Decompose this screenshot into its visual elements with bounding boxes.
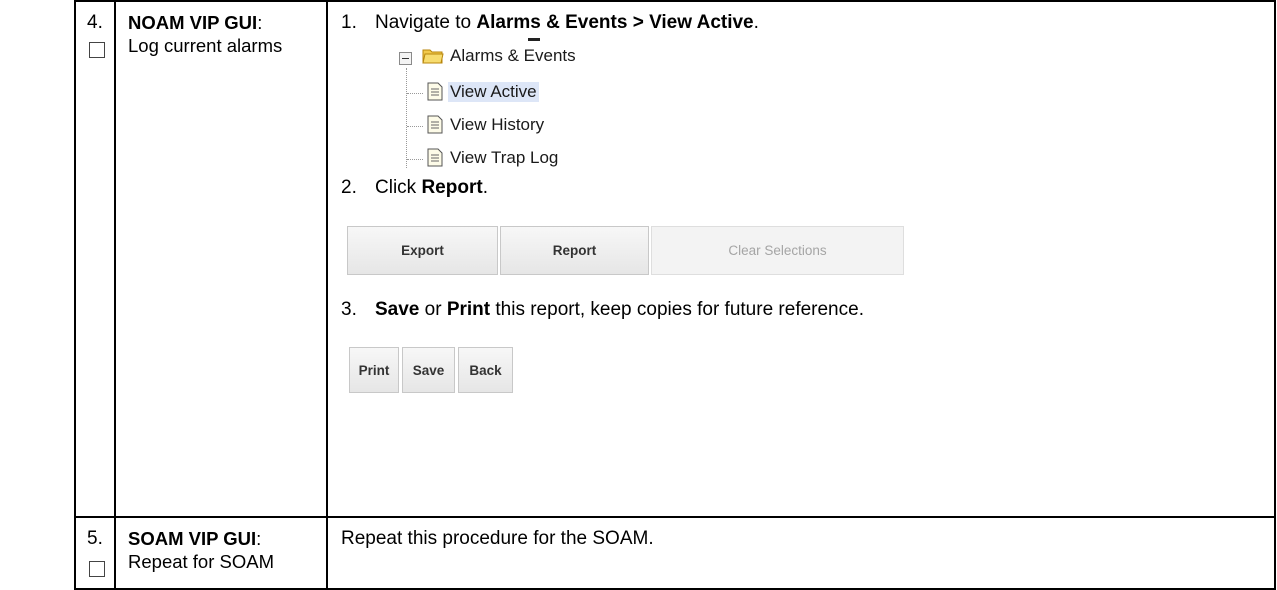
- instruction-text: or: [419, 299, 447, 320]
- document-icon: [427, 115, 443, 134]
- instruction-bold: Report: [421, 177, 483, 198]
- document-icon: [427, 82, 443, 101]
- step-cell: 5.: [74, 516, 116, 590]
- instruction-bold: Print: [446, 299, 491, 320]
- instruction-text: .: [482, 177, 488, 198]
- back-button[interactable]: Back: [458, 347, 513, 393]
- menu-tree: Alarms & Events View Active View History: [366, 38, 666, 168]
- step-body-cell: 1. Navigate to Alarms & Events > View Act…: [326, 0, 1276, 518]
- tree-item-view-trap-log[interactable]: View Trap Log: [450, 148, 558, 168]
- tree-item-view-active[interactable]: View Active: [448, 82, 539, 102]
- step-number: 5.: [87, 528, 103, 549]
- tree-connector: [407, 159, 423, 160]
- clear-selections-button[interactable]: Clear Selections: [651, 226, 904, 275]
- instruction-bold: Alarms & Events > View Active: [476, 12, 754, 33]
- step-title-text: Log current alarms: [128, 35, 283, 56]
- instruction-3: 3. Save or Print this report, keep copies…: [341, 299, 864, 321]
- instruction-text: this report, keep copies for future refe…: [490, 299, 864, 320]
- document-icon: [427, 148, 443, 167]
- step-body-cell: Repeat this procedure for the SOAM.: [326, 516, 1276, 590]
- step-body-text: Repeat this procedure for the SOAM.: [341, 528, 654, 549]
- step-title-colon: :: [257, 12, 263, 33]
- instruction-number: 3.: [341, 299, 357, 320]
- instruction-text: Navigate to: [375, 12, 477, 33]
- instruction-bold: Save: [375, 299, 420, 320]
- instruction-text: Click: [375, 177, 422, 198]
- instruction-text: .: [753, 12, 759, 33]
- save-button[interactable]: Save: [402, 347, 455, 393]
- step-title-bold: SOAM VIP GUI: [128, 528, 257, 549]
- print-button[interactable]: Print: [349, 347, 399, 393]
- instruction-1: 1. Navigate to Alarms & Events > View Act…: [341, 12, 759, 34]
- tree-connector: [406, 68, 407, 168]
- procedure-table: 4. NOAM VIP GUI: Log current alarms 1. Na…: [74, 0, 1276, 590]
- step-number: 4.: [87, 12, 103, 33]
- tree-item-view-history[interactable]: View History: [450, 115, 544, 135]
- instruction-number: 2.: [341, 177, 357, 198]
- tree-stub: [528, 38, 540, 41]
- step-checkbox[interactable]: [89, 42, 105, 58]
- step-title-cell: NOAM VIP GUI: Log current alarms: [114, 0, 328, 518]
- tree-connector: [407, 93, 423, 94]
- step-title-bold: NOAM VIP GUI: [128, 12, 258, 33]
- export-button[interactable]: Export: [347, 226, 498, 275]
- table-row: 5. SOAM VIP GUI: Repeat for SOAM Repeat …: [74, 516, 1276, 590]
- step-title-text: Repeat for SOAM: [128, 551, 275, 572]
- folder-open-icon: [422, 49, 444, 64]
- step-cell: 4.: [74, 0, 116, 518]
- table-row: 4. NOAM VIP GUI: Log current alarms 1. Na…: [74, 0, 1276, 518]
- step-title-colon: :: [256, 528, 262, 549]
- report-button[interactable]: Report: [500, 226, 649, 275]
- tree-connector: [407, 126, 423, 127]
- tree-folder-label[interactable]: Alarms & Events: [450, 46, 576, 66]
- instruction-number: 1.: [341, 12, 357, 33]
- step-title-cell: SOAM VIP GUI: Repeat for SOAM: [114, 516, 328, 590]
- collapse-icon[interactable]: [399, 52, 412, 65]
- instruction-2: 2. Click Report.: [341, 177, 488, 199]
- step-checkbox[interactable]: [89, 561, 105, 577]
